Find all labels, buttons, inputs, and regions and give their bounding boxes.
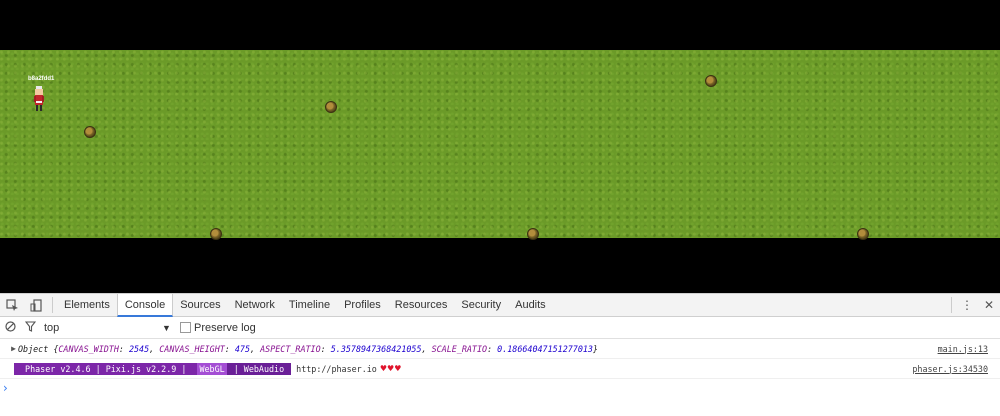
tab-security[interactable]: Security: [454, 294, 508, 316]
tab-sources[interactable]: Sources: [173, 294, 227, 316]
tab-separator: [951, 297, 952, 313]
close-icon[interactable]: ✕: [978, 298, 1000, 312]
console-message-object: ▶ Object {CANVAS_WIDTH: 2545, CANVAS_HEI…: [0, 339, 1000, 359]
rock-object: [325, 101, 337, 113]
expand-triangle-icon[interactable]: ▶: [0, 344, 18, 353]
filter-icon[interactable]: [20, 320, 40, 335]
object-preview[interactable]: Object {CANVAS_WIDTH: 2545, CANVAS_HEIGH…: [18, 344, 598, 354]
object-brace: }: [592, 343, 599, 354]
object-value: 475: [234, 343, 251, 354]
tab-profiles[interactable]: Profiles: [337, 294, 388, 316]
phaser-banner-audio: | WebAudio: [226, 362, 292, 375]
rock-object: [84, 126, 96, 138]
object-value: 2545: [128, 343, 150, 354]
object-key: SCALE_RATIO: [431, 343, 488, 354]
tab-audits[interactable]: Audits: [508, 294, 553, 316]
prompt-chevron-icon: ›: [3, 381, 8, 395]
object-value: 0.18664047151277013: [497, 343, 593, 354]
phaser-url[interactable]: http://phaser.io: [296, 364, 377, 374]
tab-separator: [52, 297, 53, 313]
object-prefix: Object: [18, 343, 49, 354]
devtools-tabbar-right: ⋮ ✕: [947, 294, 1000, 316]
device-mode-icon[interactable]: [24, 294, 48, 316]
phaser-banner-renderer: WebGL: [197, 362, 227, 375]
preserve-log-label: Preserve log: [194, 321, 256, 334]
preserve-log-checkbox[interactable]: [180, 322, 191, 333]
inspect-icon[interactable]: [0, 294, 24, 316]
object-value: 5.3578947368421055: [330, 343, 422, 354]
rock-object: [705, 75, 717, 87]
phaser-banner: Phaser v2.4.6 | Pixi.js v2.2.9 |: [14, 362, 198, 375]
console-toolbar: top ▼ Preserve log: [0, 317, 1000, 339]
rock-object: [210, 228, 222, 240]
source-link[interactable]: main.js:13: [938, 344, 988, 354]
tab-resources[interactable]: Resources: [388, 294, 455, 316]
player-name-label: b8a2fdd1: [28, 76, 55, 82]
tab-console[interactable]: Console: [116, 294, 174, 317]
object-key: ASPECT_RATIO: [260, 343, 321, 354]
game-canvas[interactable]: b8a2fdd1: [0, 0, 1000, 293]
object-key: CANVAS_HEIGHT: [159, 343, 225, 354]
console-message-banner: Phaser v2.4.6 | Pixi.js v2.2.9 | WebGL |…: [0, 359, 1000, 379]
clear-console-icon[interactable]: [0, 320, 20, 335]
tab-timeline[interactable]: Timeline: [282, 294, 337, 316]
rock-object: [857, 228, 869, 240]
devtools-tabbar: Elements Console Sources Network Timelin…: [0, 294, 1000, 317]
object-key: CANVAS_WIDTH: [58, 343, 119, 354]
player-character: [34, 86, 44, 111]
more-vert-icon[interactable]: ⋮: [956, 298, 978, 312]
devtools-panel: Elements Console Sources Network Timelin…: [0, 293, 1000, 416]
grass-field: [0, 50, 1000, 238]
tab-elements[interactable]: Elements: [57, 294, 117, 316]
rock-object: [527, 228, 539, 240]
console-prompt[interactable]: ›: [0, 379, 1000, 397]
hearts-icon: ♥♥♥: [379, 364, 402, 373]
chevron-down-icon[interactable]: ▼: [162, 323, 176, 333]
context-select[interactable]: top: [40, 322, 162, 334]
source-link[interactable]: phaser.js:34530: [912, 364, 988, 374]
tab-network[interactable]: Network: [228, 294, 282, 316]
